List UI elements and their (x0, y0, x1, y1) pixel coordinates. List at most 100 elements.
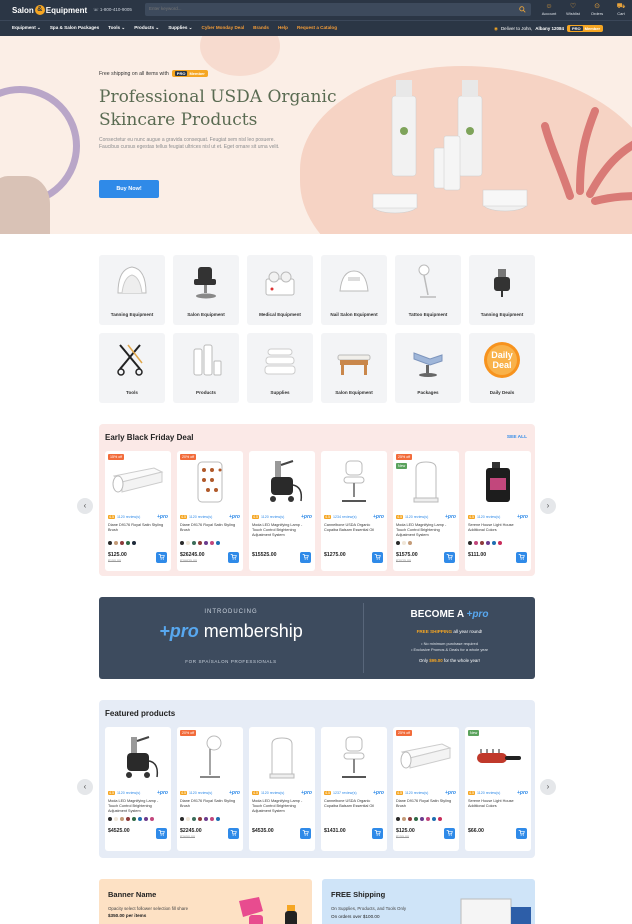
add-to-cart-button[interactable] (156, 828, 167, 839)
site-logo[interactable]: Salon & Equipment (12, 4, 87, 16)
nav-item-products[interactable]: Products ⌄ (134, 25, 159, 31)
phone-number[interactable]: ☏ 1-800-410-9005 (93, 7, 132, 13)
review-count[interactable]: 1120 review(s) (189, 515, 212, 519)
color-swatch[interactable] (180, 541, 184, 545)
product-card[interactable]: 4.5 1237 review(s) +pro Cannelbone USDA Org… (321, 727, 387, 851)
color-swatch[interactable] (438, 817, 442, 821)
color-swatch[interactable] (432, 817, 436, 821)
color-swatch[interactable] (408, 541, 412, 545)
product-card[interactable]: 4.5 1120 review(s) +pro Serene House Light … (465, 451, 531, 571)
category-tile[interactable]: Tanning Equipment (99, 255, 165, 325)
color-swatch[interactable] (420, 817, 424, 821)
color-swatch[interactable] (468, 541, 472, 545)
color-swatch[interactable] (396, 817, 400, 821)
color-swatch[interactable] (204, 541, 208, 545)
review-count[interactable]: 1120 review(s) (261, 515, 284, 519)
color-swatch[interactable] (426, 817, 430, 821)
product-name[interactable]: Cannelbone USDA Organic Copaiba Balsam E… (324, 799, 384, 809)
pro-membership-banner[interactable]: INTRODUCING +pro membership FOR SPA/SALO… (99, 597, 535, 679)
category-tile[interactable]: Tools (99, 333, 165, 403)
color-swatch[interactable] (492, 541, 496, 545)
product-card[interactable]: 15% off 4.5 1120 review(s) +pro Diane D9176 … (105, 451, 171, 571)
category-tile[interactable]: Tattoo Equipment (395, 255, 461, 325)
product-name[interactable]: Serene House Light House Additional Colo… (468, 523, 528, 533)
product-card[interactable]: 4.5 1120 review(s) +pro Moda LED Magnifying… (249, 451, 315, 571)
category-tile[interactable]: Medical Equipment (247, 255, 313, 325)
color-swatch[interactable] (138, 817, 142, 821)
review-count[interactable]: 1120 review(s) (261, 791, 284, 795)
color-swatch[interactable] (498, 541, 502, 545)
color-swatch[interactable] (198, 817, 202, 821)
color-swatch[interactable] (144, 817, 148, 821)
nav-item-tools[interactable]: Tools ⌄ (108, 25, 125, 31)
color-swatch[interactable] (486, 541, 490, 545)
color-swatch[interactable] (126, 541, 130, 545)
product-name[interactable]: Moda LED Magnifying Lamp - Touch Control… (252, 799, 312, 814)
add-to-cart-button[interactable] (372, 552, 383, 563)
wishlist-button[interactable]: ♡ Wishlist (561, 2, 585, 16)
color-swatch[interactable] (192, 541, 196, 545)
category-tile[interactable]: Tanning Equipment (469, 255, 535, 325)
color-swatch[interactable] (114, 541, 118, 545)
color-swatch[interactable] (480, 541, 484, 545)
product-name[interactable]: Serene House Light House Additional Colo… (468, 799, 528, 809)
free-shipping-banner[interactable]: FREE Shipping On Supplies, Products, and… (322, 879, 535, 924)
promo-banner[interactable]: Banner Name Opacity select follower sele… (99, 879, 312, 924)
product-card[interactable]: 25% off 4.5 1120 review(s) +pro Diane D9176 … (393, 727, 459, 851)
product-name[interactable]: Cannelbone USDA Organic Copaiba Balsam E… (324, 523, 384, 533)
nav-item-equipment[interactable]: Equipment ⌄ (12, 25, 41, 31)
category-tile[interactable]: Salon Equipment (321, 333, 387, 403)
color-swatch[interactable] (126, 817, 130, 821)
color-swatch[interactable] (150, 817, 154, 821)
product-card[interactable]: 4.5 1234 review(s) +pro Cannelbone USDA Org… (321, 451, 387, 571)
color-swatch[interactable] (474, 541, 478, 545)
add-to-cart-button[interactable] (444, 828, 455, 839)
color-swatch[interactable] (204, 817, 208, 821)
add-to-cart-button[interactable] (156, 552, 167, 563)
nav-item-packages[interactable]: Spa & Salon Packages (50, 25, 99, 31)
color-swatch[interactable] (198, 541, 202, 545)
carousel-prev-button[interactable]: ‹ (77, 779, 93, 795)
color-swatch[interactable] (210, 541, 214, 545)
product-card[interactable]: 4.5 1120 review(s) +pro Moda LED Magnifying… (249, 727, 315, 851)
color-swatch[interactable] (108, 817, 112, 821)
color-swatch[interactable] (180, 817, 184, 821)
review-count[interactable]: 1120 review(s) (405, 515, 428, 519)
search-input[interactable] (149, 6, 509, 11)
product-card[interactable]: New 4.5 1120 review(s) +pro Serene House Lig… (465, 727, 531, 851)
review-count[interactable]: 1237 review(s) (333, 791, 357, 795)
add-to-cart-button[interactable] (516, 828, 527, 839)
color-swatch[interactable] (120, 817, 124, 821)
category-tile[interactable]: Supplies (247, 333, 313, 403)
nav-item-help[interactable]: Help (278, 25, 288, 31)
product-name[interactable]: Moda LED Magnifying Lamp - Touch Control… (396, 523, 456, 538)
add-to-cart-button[interactable] (444, 552, 455, 563)
deliver-to[interactable]: ◉ Deliver to John, Albany 12084 PRO Membe… (494, 25, 603, 32)
product-name[interactable]: Diane D9176 Royal Satin Styling Brush (108, 523, 168, 533)
account-button[interactable]: ☺ Account (537, 2, 561, 16)
category-tile[interactable]: Packages (395, 333, 461, 403)
cart-button[interactable]: ⛟ Cart (609, 2, 632, 16)
category-tile[interactable]: Daily Deal Daily Deals (469, 333, 535, 403)
add-to-cart-button[interactable] (228, 828, 239, 839)
add-to-cart-button[interactable] (516, 552, 527, 563)
product-name[interactable]: Diane D9176 Royal Satin Styling Brush (180, 523, 240, 533)
color-swatch[interactable] (114, 817, 118, 821)
carousel-prev-button[interactable]: ‹ (77, 498, 93, 514)
category-tile[interactable]: Salon Equipment (173, 255, 239, 325)
color-swatch[interactable] (132, 541, 136, 545)
color-swatch[interactable] (132, 817, 136, 821)
product-name[interactable]: Diane D9176 Royal Satin Styling Brush (396, 799, 456, 809)
color-swatch[interactable] (192, 817, 196, 821)
nav-item-supplies[interactable]: Supplies ⌄ (168, 25, 192, 31)
color-swatch[interactable] (402, 817, 406, 821)
color-swatch[interactable] (186, 817, 190, 821)
product-card[interactable]: 20% off 4.5 1120 review(s) +pro Diane D9176 … (177, 451, 243, 571)
review-count[interactable]: 1234 review(s) (333, 515, 357, 519)
carousel-next-button[interactable]: › (540, 779, 556, 795)
product-name[interactable]: Moda LED Magnifying Lamp - Touch Control… (108, 799, 168, 814)
nav-item-catalog[interactable]: Request a Catalog (297, 25, 337, 31)
review-count[interactable]: 1120 review(s) (189, 791, 212, 795)
product-name[interactable]: Moda LED Magnifying Lamp - Touch Control… (252, 523, 312, 538)
orders-button[interactable]: ⊙ Orders (585, 2, 609, 16)
